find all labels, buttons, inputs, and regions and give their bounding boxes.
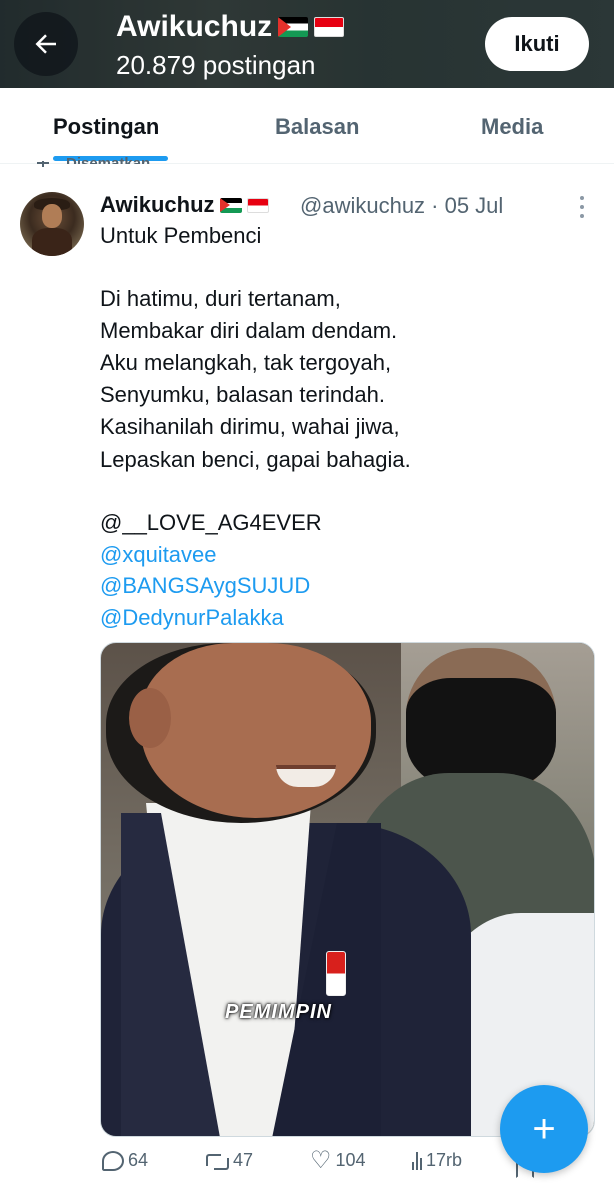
palestine-flag-icon [219, 197, 242, 213]
tab-posts[interactable]: Postingan [53, 114, 159, 140]
arrow-left-icon [35, 34, 56, 54]
indonesia-flag-icon [246, 197, 269, 213]
pinned-label: Disematkan [66, 155, 151, 164]
profile-header: Awikuchuz 20.879 postingan Ikuti [0, 0, 614, 88]
tweet-text-line: Senyumku, balasan terindah. [100, 382, 385, 407]
tweet-text-line: Kasihanilah dirimu, wahai jiwa, [100, 414, 400, 439]
mention-link[interactable]: @DedynurPalakka [100, 605, 284, 631]
tweet-text-line: Untuk Pembenci [100, 223, 262, 248]
tweet-media-video[interactable]: PEMIMPIN [100, 642, 595, 1137]
reply-count: 64 [128, 1150, 149, 1170]
follow-button[interactable]: Ikuti [485, 17, 589, 71]
tweet-text-line: Aku melangkah, tak tergoyah, [100, 350, 392, 375]
media-caption: PEMIMPIN [225, 1001, 332, 1023]
back-button[interactable] [14, 12, 78, 76]
tweet-text-line: Di hatimu, duri tertanam, [100, 286, 341, 311]
heart-icon: ♡ [310, 1146, 332, 1174]
tweet-handle-date[interactable]: @awikuchuz · 05 Jul [300, 193, 503, 219]
compose-button[interactable]: + [500, 1085, 588, 1173]
tab-replies[interactable]: Balasan [275, 114, 359, 140]
views-icon [412, 1151, 422, 1170]
indonesia-flag-icon [314, 17, 345, 37]
header-name-text: Awikuchuz [116, 10, 273, 43]
tweet-text-line: Lepaskan benci, gapai bahagia. [100, 447, 411, 472]
tab-media[interactable]: Media [481, 114, 543, 140]
tweet-author-text: Awikuchuz [100, 192, 215, 217]
header-profile-name: Awikuchuz [116, 10, 345, 44]
repost-icon [205, 1152, 229, 1170]
views-count: 17rb [426, 1150, 463, 1170]
tweet-author-name[interactable]: Awikuchuz [100, 192, 269, 218]
flag-pin [326, 951, 346, 996]
like-button[interactable]: ♡ 104 [310, 1146, 366, 1174]
mention-link[interactable]: @xquitavee [100, 542, 217, 568]
reply-icon [102, 1150, 124, 1171]
pin-icon [37, 161, 49, 167]
more-options-icon[interactable] [576, 196, 588, 218]
plus-icon: + [532, 1107, 556, 1151]
reply-button[interactable]: 64 [102, 1150, 148, 1171]
repost-count: 47 [233, 1150, 254, 1170]
views-button[interactable]: 17rb [412, 1150, 462, 1171]
header-post-count: 20.879 postingan [116, 50, 316, 80]
avatar[interactable] [20, 192, 84, 256]
repost-button[interactable]: 47 [205, 1150, 253, 1171]
like-count: 104 [335, 1150, 366, 1170]
mention-link[interactable]: @BANGSAygSUJUD [100, 573, 310, 599]
palestine-flag-icon [278, 17, 309, 37]
tweet-text-line: @__LOVE_AG4EVER [100, 510, 322, 535]
tweet-text-line: Membakar diri dalam dendam. [100, 318, 398, 343]
